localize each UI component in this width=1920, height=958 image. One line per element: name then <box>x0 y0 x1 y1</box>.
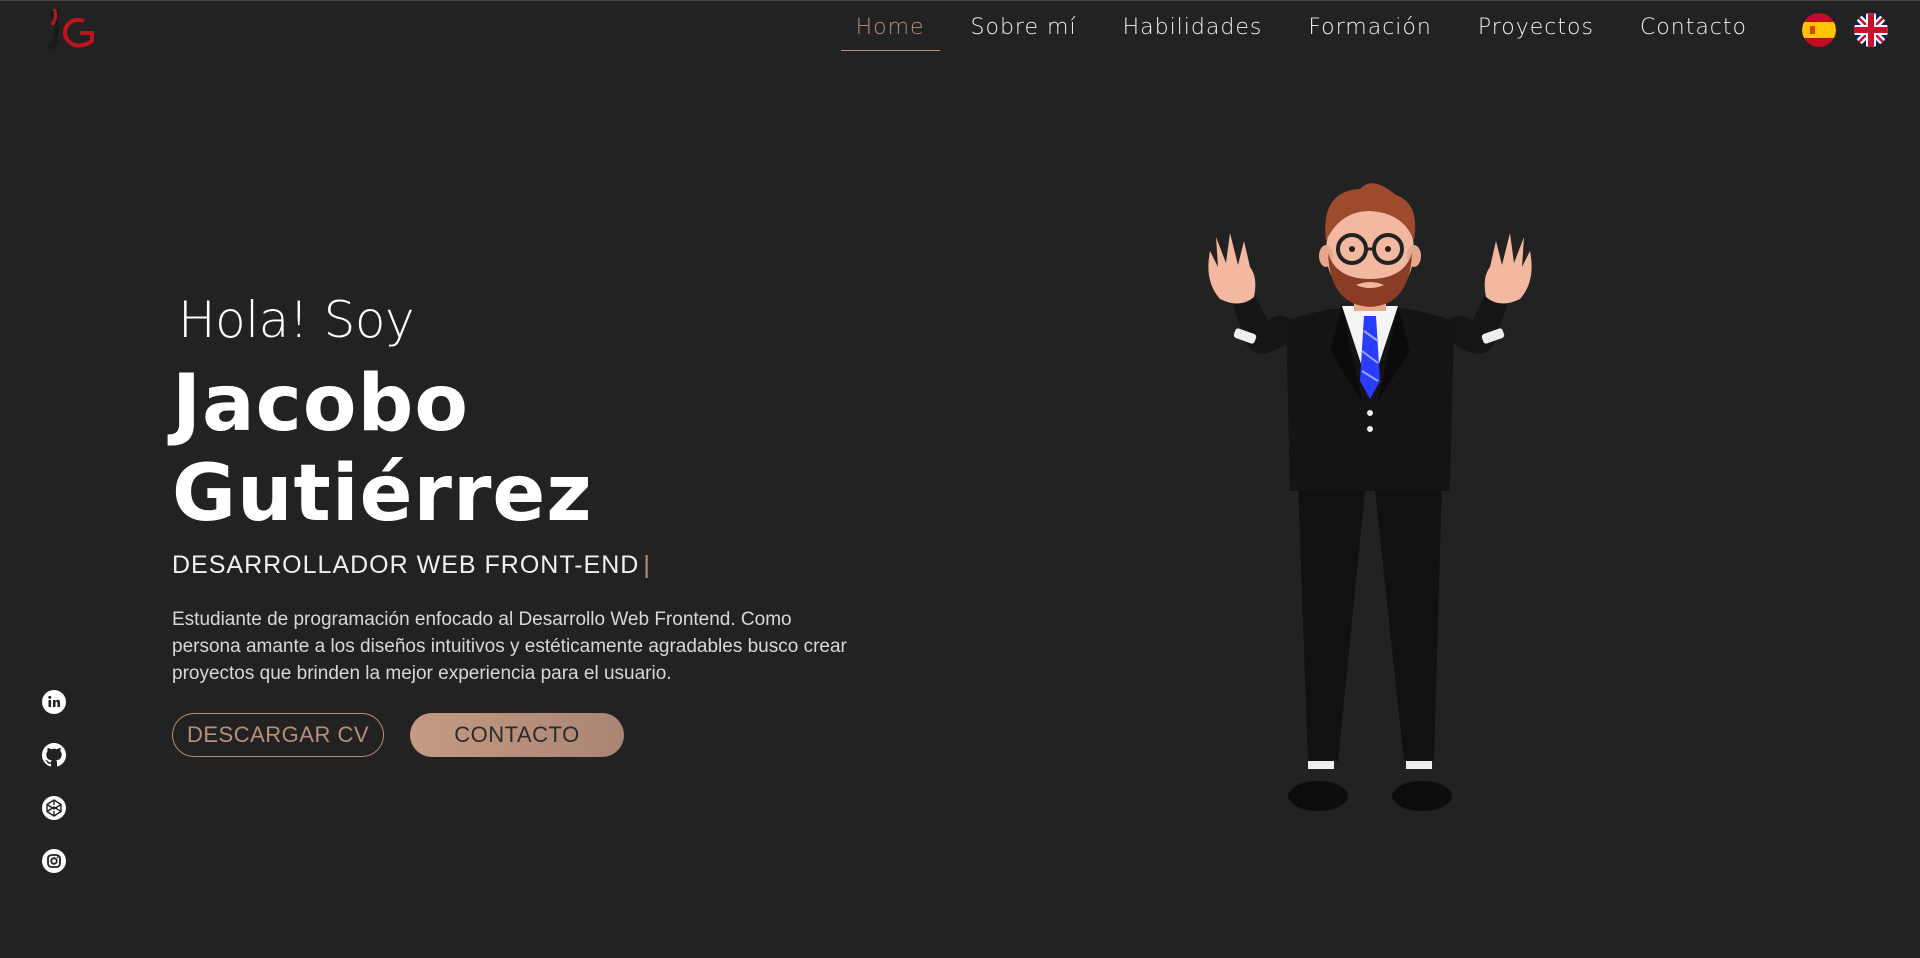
hero-name: Jacobo Gutiérrez <box>172 359 593 539</box>
hero-role-text: DESARROLLADOR WEB FRONT-END <box>172 551 640 579</box>
instagram-icon[interactable] <box>41 848 67 874</box>
hero-description: Estudiante de programación enfocado al D… <box>172 609 847 684</box>
nav-sobre-mi[interactable]: Sobre mí <box>948 15 1100 51</box>
language-switcher <box>1802 13 1888 47</box>
hero-role: DESARROLLADOR WEB FRONT-END | <box>172 551 872 580</box>
github-icon[interactable] <box>41 742 67 768</box>
nav-proyectos[interactable]: Proyectos <box>1455 15 1617 51</box>
contact-button[interactable]: CONTACTO <box>410 713 624 757</box>
avatar-illustration <box>1208 183 1532 811</box>
nav-contacto[interactable]: Contacto <box>1617 15 1770 51</box>
download-cv-button[interactable]: DESCARGAR CV <box>172 713 384 757</box>
nav-home[interactable]: Home <box>833 15 948 51</box>
hero-buttons: DESCARGAR CV CONTACTO <box>172 713 872 757</box>
hero-section: Hola! Soy Jacobo Gutiérrez DESARROLLADOR… <box>172 291 872 757</box>
page: Home Sobre mí Habilidades Formación Proy… <box>0 0 1920 958</box>
typing-cursor: | <box>643 551 651 579</box>
logo[interactable] <box>40 5 100 55</box>
social-links <box>41 689 67 874</box>
hero-greeting: Hola! Soy <box>178 291 415 349</box>
spain-flag-icon[interactable] <box>1802 13 1836 47</box>
uk-flag-icon[interactable] <box>1854 13 1888 47</box>
main-nav: Home Sobre mí Habilidades Formación Proy… <box>833 15 1770 51</box>
nav-formacion[interactable]: Formación <box>1285 15 1455 51</box>
linkedin-icon[interactable] <box>41 689 67 715</box>
codepen-icon[interactable] <box>41 795 67 821</box>
nav-habilidades[interactable]: Habilidades <box>1100 15 1286 51</box>
